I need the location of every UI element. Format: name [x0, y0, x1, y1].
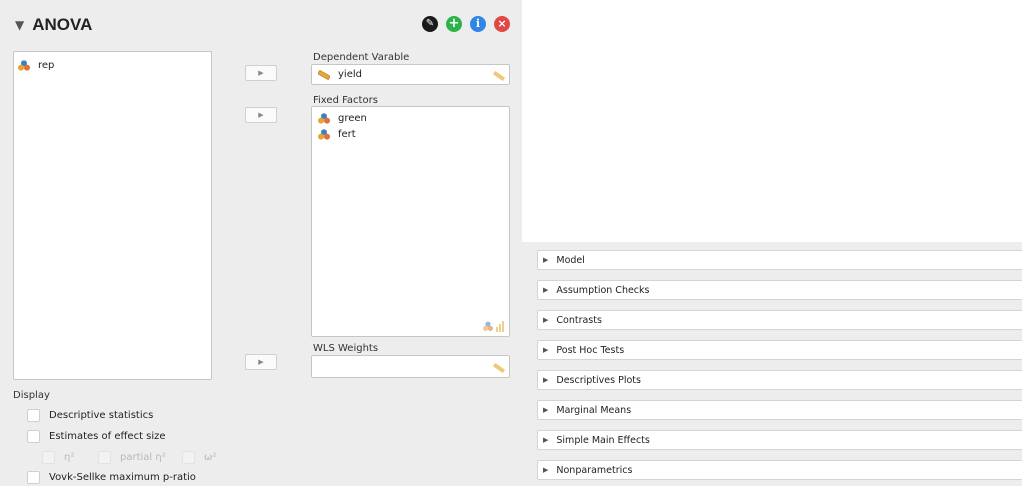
- checkbox-label: ω²: [204, 452, 217, 463]
- checkbox-box[interactable]: [27, 471, 40, 484]
- section-model[interactable]: ▶ Model: [537, 250, 1022, 270]
- section-simple-main-effects[interactable]: ▶ Simple Main Effects: [537, 430, 1022, 450]
- descriptive-statistics-checkbox[interactable]: Descriptive statistics: [27, 409, 153, 422]
- nominal-variable-icon: [318, 128, 330, 140]
- section-nonparametrics[interactable]: ▶ Nonparametrics: [537, 460, 1022, 480]
- expand-arrow-icon: ▶: [543, 376, 549, 384]
- panel-header[interactable]: ▼ ANOVA: [15, 12, 92, 38]
- checkbox-label: Estimates of effect size: [49, 431, 166, 442]
- checkbox-box[interactable]: [42, 451, 55, 464]
- section-label: Marginal Means: [556, 404, 632, 416]
- partial-eta-squared-checkbox[interactable]: partial η²: [98, 451, 166, 464]
- move-to-fixed-factors-button[interactable]: ▶: [245, 107, 277, 123]
- ruler-icon: [493, 363, 505, 373]
- wls-weights-label: WLS Weights: [313, 343, 379, 354]
- dependent-variable-field[interactable]: yield: [311, 64, 510, 85]
- move-to-wls-weights-button[interactable]: ▶: [245, 354, 277, 370]
- fixed-factor-item[interactable]: fert: [312, 126, 509, 142]
- section-label: Nonparametrics: [556, 464, 633, 476]
- dependent-variable-item[interactable]: yield: [312, 65, 509, 84]
- expand-arrow-icon: ▶: [543, 466, 549, 474]
- eta-squared-checkbox[interactable]: η²: [42, 451, 74, 464]
- move-to-dependent-button[interactable]: ▶: [245, 65, 277, 81]
- close-icon[interactable]: ×: [494, 16, 510, 32]
- section-contrasts[interactable]: ▶ Contrasts: [537, 310, 1022, 330]
- nominal-variable-icon: [18, 59, 30, 71]
- fixed-factor-name: fert: [338, 128, 356, 140]
- expand-arrow-icon: ▶: [543, 436, 549, 444]
- wls-weights-field[interactable]: [311, 355, 510, 378]
- section-assumption-checks[interactable]: ▶ Assumption Checks: [537, 280, 1022, 300]
- expand-arrow-icon: ▶: [543, 406, 549, 414]
- dependent-variable-label: Dependent Varable: [313, 52, 410, 63]
- dependent-variable-name: yield: [338, 69, 362, 80]
- expand-arrow-icon: ▶: [543, 256, 549, 264]
- variable-item[interactable]: rep: [14, 57, 211, 73]
- nominal-variable-icon: [318, 112, 330, 124]
- checkbox-label: Vovk-Sellke maximum p-ratio: [49, 472, 196, 483]
- section-descriptives-plots[interactable]: ▶ Descriptives Plots: [537, 370, 1022, 390]
- expand-arrow-icon: ▶: [543, 286, 549, 294]
- fixed-factors-list[interactable]: green fert: [311, 106, 510, 337]
- anova-options-panel: ▼ ANOVA ✎ + i × rep ▶ ▶ ▶ Dependent Vara…: [0, 0, 522, 486]
- section-label: Assumption Checks: [556, 284, 650, 296]
- vovk-sellke-checkbox[interactable]: Vovk-Sellke maximum p-ratio: [27, 471, 196, 484]
- checkbox-box[interactable]: [27, 430, 40, 443]
- checkbox-label: Descriptive statistics: [49, 410, 154, 421]
- section-label: Simple Main Effects: [556, 434, 650, 446]
- section-label: Descriptives Plots: [556, 374, 641, 386]
- source-variable-list[interactable]: rep: [13, 51, 212, 380]
- nominal-ordinal-hint-icon: [483, 321, 504, 332]
- fixed-factors-label: Fixed Factors: [313, 95, 378, 106]
- info-icon[interactable]: i: [470, 16, 486, 32]
- continuous-variable-icon: [318, 69, 330, 80]
- display-group-label: Display: [13, 390, 50, 401]
- section-post-hoc-tests[interactable]: ▶ Post Hoc Tests: [537, 340, 1022, 360]
- variable-name: rep: [38, 59, 55, 71]
- section-label: Model: [556, 254, 585, 266]
- option-sections-panel: ▶ Model ▶ Assumption Checks ▶ Contrasts …: [522, 242, 1022, 486]
- checkbox-label: η²: [64, 452, 75, 463]
- panel-title: ANOVA: [32, 15, 93, 34]
- checkbox-box[interactable]: [182, 451, 195, 464]
- edit-icon[interactable]: ✎: [422, 16, 438, 32]
- ruler-icon: [493, 71, 505, 81]
- effect-size-checkbox[interactable]: Estimates of effect size: [27, 430, 166, 443]
- collapse-arrow-icon[interactable]: ▼: [15, 18, 24, 32]
- checkbox-box[interactable]: [27, 409, 40, 422]
- fixed-factor-item[interactable]: green: [312, 110, 509, 126]
- omega-squared-checkbox[interactable]: ω²: [182, 451, 216, 464]
- section-label: Post Hoc Tests: [556, 344, 625, 356]
- expand-arrow-icon: ▶: [543, 346, 549, 354]
- expand-arrow-icon: ▶: [543, 316, 549, 324]
- section-marginal-means[interactable]: ▶ Marginal Means: [537, 400, 1022, 420]
- checkbox-box[interactable]: [98, 451, 111, 464]
- section-label: Contrasts: [556, 314, 602, 326]
- add-icon[interactable]: +: [446, 16, 462, 32]
- fixed-factor-name: green: [338, 112, 367, 124]
- checkbox-label: partial η²: [120, 452, 166, 463]
